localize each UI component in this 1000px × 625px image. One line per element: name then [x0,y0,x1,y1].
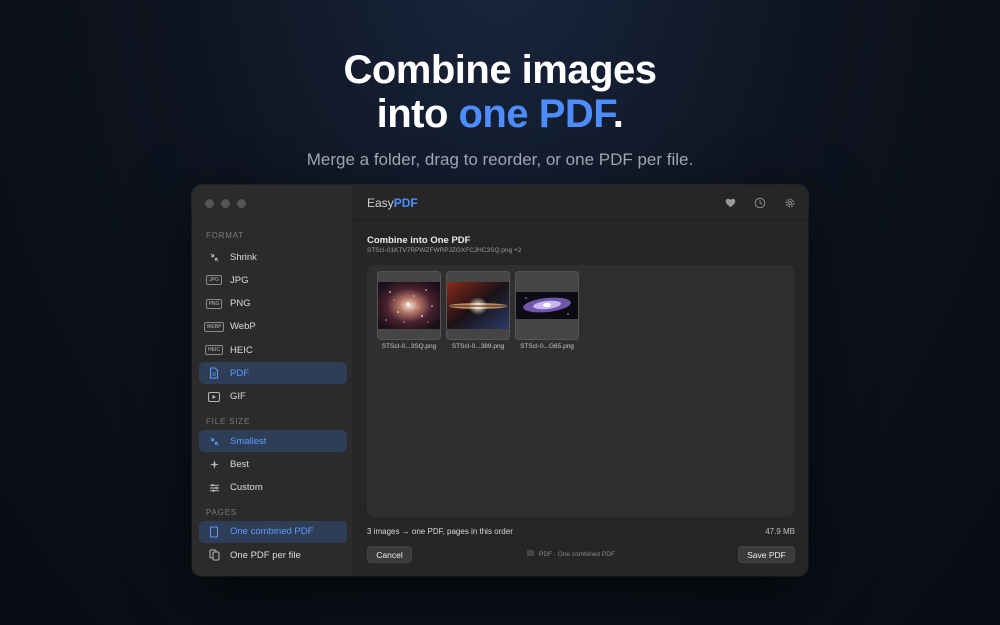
heart-icon[interactable] [724,197,736,209]
section-heading-file-size: FILE SIZE [206,417,251,427]
image-drop-area[interactable]: STScI-0...3SQ.png STScI-0...389.png STSc… [367,265,794,517]
thumbnail-frame [446,271,510,340]
sidebar-item-label: WebP [230,321,256,333]
jpg-badge-icon: JPG [206,273,222,287]
sidebar-item-label: PNG [230,298,251,310]
sidebar-item-heic[interactable]: HEIC HEIC [199,339,347,361]
sidebar-item-label: JPG [230,274,249,286]
webp-badge-icon: WEBP [203,320,225,334]
sidebar-item-label: Best [230,458,250,470]
play-icon [207,390,221,404]
thumbnail-2[interactable]: STScI-0...389.png [446,271,510,350]
hero-subtitle: Merge a folder, drag to reorder, or one … [306,150,694,169]
thumbnail-caption: STScI-0...3SQ.png [381,343,437,350]
spiral-galaxy-image [516,282,578,329]
document-icon [207,366,221,380]
sidebar-item-label: One PDF per file [230,549,301,561]
section-heading-format: FORMAT [206,231,244,240]
app-window: FORMAT Shrink JPG JPG PNG PNG WEBP WebP [192,185,808,576]
thumbnail-3[interactable]: STScI-0...G65.png [515,271,579,350]
sliders-icon [207,481,221,495]
sidebar-item-label: PDF [230,367,249,379]
gear-icon[interactable] [784,197,796,209]
single-file-icon [207,525,221,539]
thumbnail-frame [377,271,441,340]
sidebar-content: FORMAT Shrink JPG JPG PNG PNG WEBP WebP [192,229,354,568]
sidebar-item-webp[interactable]: WEBP WebP [199,316,347,338]
sidebar-item-label: Smallest [230,435,267,447]
hero-title-line2-post: . [612,92,624,136]
total-size: 47.9 MB [765,527,795,536]
sidebar-item-label: One combined PDF [230,526,314,538]
toolbar-icons [724,197,796,209]
history-icon[interactable] [754,197,766,209]
sidebar-item-label: GIF [230,391,246,403]
zoom-window-button[interactable] [237,199,246,208]
main-panel: EasyPDF Combine into One PDF STScI-01KTV… [354,185,808,576]
cancel-button[interactable]: Cancel [367,546,412,563]
save-pdf-button[interactable]: Save PDF [738,546,795,563]
sidebar-item-custom[interactable]: Custom [199,477,347,499]
window-controls [205,199,246,208]
sidebar-item-label: HEIC [230,344,253,356]
thumbnail-caption: STScI-0...389.png [451,343,505,350]
brand-part1: Easy [367,195,394,210]
sidebar-item-gif[interactable]: GIF [199,386,347,408]
sidebar-item-label: Shrink [230,251,257,263]
heic-badge-icon: HEIC [205,343,223,357]
star-cluster-image [378,282,440,329]
hero-title: Combine images into one PDF. [0,48,1000,136]
minimize-window-button[interactable] [221,199,230,208]
status-indicator: PDF · One combined PDF [527,550,615,558]
status-text: PDF · One combined PDF [539,550,615,558]
edge-on-galaxy-image [447,282,509,329]
sidebar-item-jpg[interactable]: JPG JPG [199,269,347,291]
hero-title-line2-pre: into [376,92,459,136]
summary-text: 3 images → one PDF, pages in this order [367,527,513,536]
thumbnail-frame [515,271,579,340]
sidebar-item-label: Custom [230,482,263,494]
format-badge: PNG [205,298,223,309]
thumbnail-1[interactable]: STScI-0...3SQ.png [377,271,441,350]
list-icon [527,550,534,558]
sidebar-item-one-pdf-per-file[interactable]: One PDF per file [199,544,347,566]
section-heading-pages: PAGES [206,507,237,517]
format-badge: WEBP [203,321,225,332]
sidebar-item-best[interactable]: Best [199,453,347,475]
sidebar: FORMAT Shrink JPG JPG PNG PNG WEBP WebP [192,185,354,576]
brand-part2: PDF [393,195,418,210]
hero-title-accent: one PDF [458,92,614,136]
close-window-button[interactable] [205,199,214,208]
sidebar-item-shrink[interactable]: Shrink [199,246,347,268]
hero: Combine images into one PDF. Merge a fol… [0,48,1000,170]
sidebar-item-smallest[interactable]: Smallest [199,430,347,453]
compress-icon [207,434,221,448]
thumbnail-caption: STScI-0...G65.png [520,343,574,350]
job-subtitle: STScI-01KTV7RPWZFWRPJZGXFCJHC3SQ.png +2 [367,247,522,254]
png-badge-icon: PNG [205,297,223,311]
sidebar-item-one-combined-pdf[interactable]: One combined PDF [199,520,347,543]
sidebar-item-png[interactable]: PNG PNG [199,293,347,315]
format-badge: JPG [206,275,222,286]
app-brand: EasyPDF [367,196,418,210]
titlebar: EasyPDF [354,185,808,221]
sparkle-icon [207,457,221,471]
multi-file-icon [207,548,221,562]
format-badge: HEIC [205,345,223,356]
job-title: Combine into One PDF [367,235,471,246]
sidebar-item-pdf[interactable]: PDF [199,362,347,385]
hero-title-line1: Combine images [343,48,657,92]
shrink-icon [207,250,221,264]
